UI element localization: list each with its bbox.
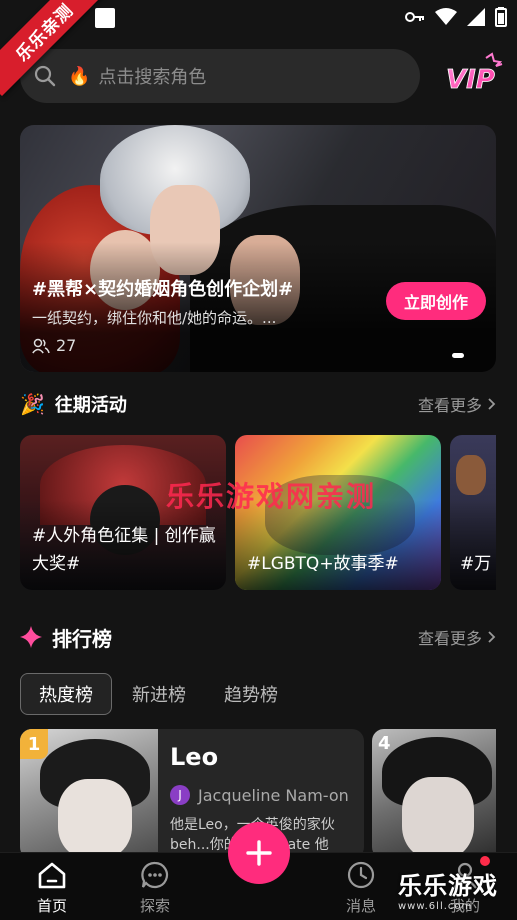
ranking-tabs: 热度榜 新进榜 趋势榜 — [20, 673, 298, 715]
clock-icon — [347, 861, 375, 889]
ranking-section-header: 排行榜 查看更多 — [20, 622, 496, 652]
event-card[interactable]: #万 — [450, 435, 496, 590]
battery-icon — [495, 7, 507, 27]
tab-trending[interactable]: 趋势榜 — [206, 673, 296, 715]
search-bar[interactable]: 🔥 点击搜索角色 — [20, 49, 420, 103]
key-icon — [405, 12, 424, 22]
home-icon — [38, 862, 66, 889]
nav-messages[interactable]: 消息 — [331, 853, 391, 920]
event-label: #LGBTQ+故事季# — [247, 554, 399, 574]
plus-icon — [246, 840, 272, 866]
vip-text: VIP — [446, 65, 495, 95]
wifi-icon — [435, 8, 457, 25]
create-button[interactable] — [228, 822, 290, 884]
chat-bubble-icon — [141, 861, 169, 889]
ranking-see-more-label: 查看更多 — [417, 629, 482, 648]
events-section-title: 往期活动 — [54, 395, 127, 416]
notification-icon — [95, 8, 115, 28]
carousel-indicator[interactable] — [452, 353, 464, 358]
notification-dot — [480, 856, 490, 866]
tab-new[interactable]: 新进榜 — [114, 673, 204, 715]
search-icon — [34, 65, 56, 87]
vip-badge[interactable]: VIP — [442, 52, 508, 98]
events-section-header: 🎉 往期活动 查看更多 — [20, 389, 496, 419]
events-see-more[interactable]: 查看更多 — [418, 392, 496, 416]
party-popper-icon: 🎉 — [20, 392, 45, 416]
event-art-figure — [456, 455, 486, 495]
ranking-card[interactable]: 1 Leo J Jacqueline Nam-on 他是Leo，一个英俊的家伙 … — [20, 729, 364, 859]
author-name: Jacqueline Nam-on — [198, 785, 349, 805]
nav-home[interactable]: 首页 — [22, 853, 82, 920]
status-icons — [405, 7, 507, 27]
site-watermark: 乐乐游戏 www.6ll.com — [398, 866, 517, 920]
banner-title: #黑帮×契约婚姻角色创作企划# — [32, 279, 294, 300]
nav-messages-label: 消息 — [345, 897, 376, 915]
banner-subtitle: 一纸契约，绑住你和他/她的命运。... — [32, 309, 277, 327]
author-row[interactable]: J Jacqueline Nam-on — [170, 785, 349, 805]
flame-icon: 🔥 — [68, 65, 91, 87]
featured-banner[interactable]: #黑帮×契约婚姻角色创作企划# 一纸契约，绑住你和他/她的命运。... 27 立… — [20, 125, 496, 372]
ranking-see-more[interactable]: 查看更多 — [418, 625, 496, 649]
rank-badge: 1 — [20, 729, 48, 759]
event-label: #万 — [460, 554, 492, 574]
ranking-section-title: 排行榜 — [52, 626, 112, 651]
character-art-face — [58, 779, 132, 859]
site-watermark-url: www.6ll.com — [398, 901, 473, 912]
events-see-more-label: 查看更多 — [417, 396, 482, 415]
event-label: #人外角色征集 | 创作赢大奖# — [32, 526, 216, 574]
ranking-card[interactable]: 4 — [372, 729, 496, 859]
participant-count: 27 — [32, 336, 76, 355]
participant-count-value: 27 — [56, 336, 77, 355]
rank-badge: 4 — [378, 733, 391, 754]
nav-home-label: 首页 — [36, 897, 67, 915]
author-avatar: J — [170, 785, 190, 805]
chevron-right-icon — [488, 398, 496, 410]
signal-icon — [467, 8, 485, 26]
tab-hot[interactable]: 热度榜 — [20, 673, 112, 715]
nav-explore-label: 探索 — [139, 897, 170, 915]
people-icon — [32, 338, 50, 353]
site-watermark-name: 乐乐游戏 — [398, 872, 498, 900]
search-placeholder: 点击搜索角色 — [98, 67, 207, 88]
sparkle-icon — [20, 626, 42, 648]
character-art-face — [402, 777, 474, 859]
character-name: Leo — [170, 743, 219, 771]
chevron-right-icon — [488, 631, 496, 643]
watermark: 乐乐游戏网亲测 — [166, 480, 377, 513]
nav-explore[interactable]: 探索 — [125, 853, 185, 920]
create-now-button[interactable]: 立即创作 — [386, 282, 486, 320]
